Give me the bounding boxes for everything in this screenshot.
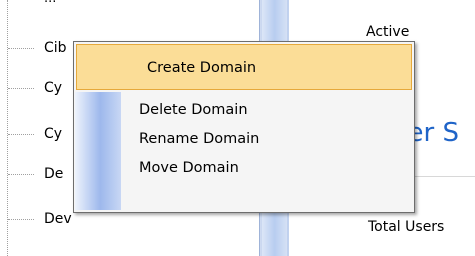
menu-item-move-domain[interactable]: Move Domain	[75, 154, 413, 184]
tree-item-label[interactable]: Cy	[44, 80, 62, 96]
menu-item-rename-domain[interactable]: Rename Domain	[75, 125, 413, 155]
tree-item-label[interactable]: Cib	[44, 40, 67, 56]
menu-item-label: Rename Domain	[139, 131, 260, 147]
menu-item-create-domain[interactable]: Create Domain	[76, 44, 412, 90]
menu-item-label: Create Domain	[147, 60, 257, 76]
total-users-label: Total Users	[368, 219, 445, 235]
context-menu: Create Domain Delete Domain Rename Domai…	[73, 41, 415, 213]
tree-branch-line	[8, 219, 34, 220]
tree-item-label[interactable]: Cy	[44, 126, 62, 142]
tree-branch-line	[8, 174, 34, 175]
tree-item-partial[interactable]: ...	[44, 0, 56, 3]
tree-item-label[interactable]: Dev	[44, 211, 72, 227]
tree-branch-line	[8, 48, 34, 49]
menu-item-delete-domain[interactable]: Delete Domain	[75, 96, 413, 126]
menu-item-label: Delete Domain	[139, 102, 248, 118]
tree-item-label[interactable]: De	[44, 166, 63, 182]
status-text: Active	[366, 24, 410, 40]
tree-branch-line	[8, 134, 34, 135]
menu-item-label: Move Domain	[139, 160, 239, 176]
tree-branch-line	[8, 88, 34, 89]
